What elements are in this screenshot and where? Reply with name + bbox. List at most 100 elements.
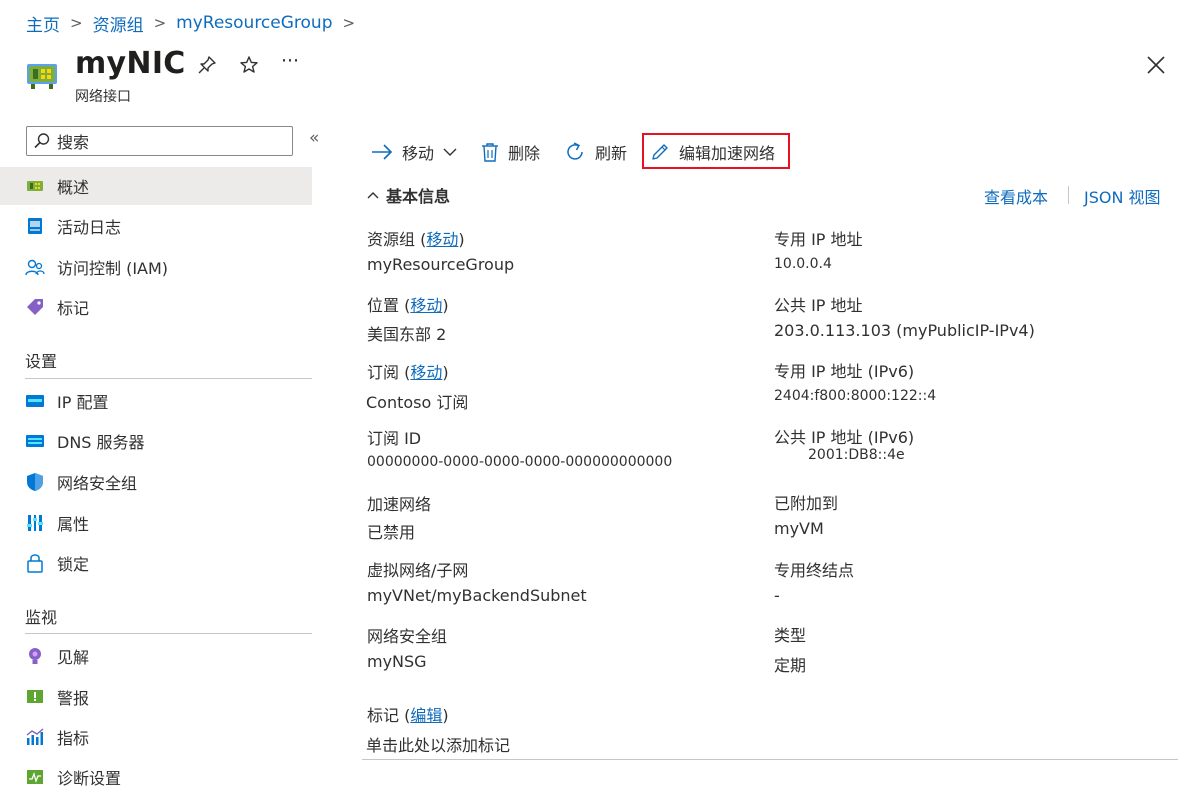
pin-icon[interactable] [196, 54, 218, 76]
metrics-icon [25, 727, 45, 747]
move-label: 移动 [402, 144, 435, 163]
page-title: myNIC [75, 46, 186, 81]
refresh-icon [567, 142, 583, 160]
move-link[interactable]: 移动 [410, 296, 442, 315]
nic-resource-icon [27, 64, 57, 89]
alert-icon [25, 687, 45, 707]
label-text: 订阅 [367, 363, 400, 382]
nsg-value[interactable]: myNSG [367, 652, 427, 671]
sidebar-item-label: 见解 [57, 648, 90, 667]
lock-icon [25, 553, 45, 573]
trash-icon [482, 143, 498, 162]
sidebar-search-input[interactable]: 搜索 [26, 126, 293, 156]
sidebar-item-label: 警报 [57, 689, 90, 708]
chevron-right-icon: > [342, 14, 356, 32]
search-icon [34, 133, 50, 149]
public-ip-label: 公共 IP 地址 [774, 296, 863, 315]
breadcrumb-my-resource-group[interactable]: myResourceGroup [176, 13, 332, 33]
subscription-label: 订阅 (移动) [367, 363, 449, 382]
shield-icon [25, 472, 45, 492]
location-label: 位置 (移动) [367, 296, 449, 315]
sidebar-item-label: 活动日志 [57, 218, 122, 237]
sidebar-item-label: 指标 [57, 729, 90, 748]
chevron-down-icon [443, 148, 457, 156]
sidebar-item-insights[interactable]: 见解 [0, 637, 312, 675]
private-ip-label: 专用 IP 地址 [774, 230, 863, 249]
sidebar-item-properties[interactable]: 属性 [0, 504, 312, 542]
json-view-link[interactable]: JSON 视图 [1084, 184, 1161, 208]
properties-icon [25, 513, 45, 533]
sidebar-item-locks[interactable]: 锁定 [0, 544, 312, 582]
sidebar-item-activity-log[interactable]: 活动日志 [0, 207, 312, 245]
sidebar-item-tags[interactable]: 标记 [0, 288, 312, 326]
sidebar-item-label: 诊断设置 [57, 769, 122, 788]
arrow-right-icon [372, 144, 393, 160]
public-ipv6-value: 2001:DB8::4e [808, 447, 905, 463]
search-placeholder: 搜索 [57, 133, 90, 152]
essentials-divider [362, 759, 1178, 760]
diagnostics-icon [25, 767, 45, 787]
star-icon[interactable] [238, 54, 260, 76]
resource-group-value[interactable]: myResourceGroup [367, 255, 514, 274]
breadcrumb-resource-groups[interactable]: 资源组 [93, 11, 144, 36]
nic-icon [25, 176, 45, 196]
pencil-icon [652, 144, 668, 160]
sidebar-section-monitoring: 监视 [25, 608, 58, 627]
edit-accelerated-networking-button[interactable]: 编辑加速网络 [650, 136, 775, 168]
label-text: 标记 [367, 706, 400, 725]
ip-config-icon [25, 391, 45, 411]
subscription-value[interactable]: Contoso 订阅 [366, 389, 468, 413]
close-icon[interactable] [1145, 54, 1167, 76]
public-ip-value[interactable]: 203.0.113.103 (myPublicIP-IPv4) [774, 321, 1035, 340]
move-link[interactable]: 移动 [426, 230, 458, 249]
private-ipv6-value: 2404:f800:8000:122::4 [774, 388, 937, 404]
type-value: 定期 [774, 656, 807, 675]
resource-group-label: 资源组 (移动) [367, 230, 465, 249]
refresh-button[interactable]: 刷新 [564, 136, 627, 168]
refresh-label: 刷新 [595, 144, 628, 163]
iam-icon [25, 257, 45, 277]
subscription-id-label: 订阅 ID [367, 429, 422, 448]
vnet-subnet-label: 虚拟网络/子网 [367, 561, 469, 580]
label-text: 资源组 [367, 230, 416, 249]
sidebar-item-label: 网络安全组 [57, 474, 138, 493]
sidebar-item-overview[interactable]: 概述 [0, 167, 312, 205]
chevron-right-icon: > [153, 14, 167, 32]
sidebar-divider [25, 633, 312, 634]
sidebar-item-label: IP 配置 [57, 393, 109, 412]
sidebar-section-settings: 设置 [25, 352, 58, 371]
private-endpoint-label: 专用终结点 [774, 561, 855, 580]
vnet-subnet-value[interactable]: myVNet/myBackendSubnet [367, 586, 587, 605]
location-value: 美国东部 2 [367, 325, 447, 344]
sidebar-item-diagnostics[interactable]: 诊断设置 [0, 758, 312, 796]
private-ip-value: 10.0.0.4 [774, 256, 832, 272]
chevron-up-icon [367, 192, 379, 199]
sidebar-item-label: 属性 [57, 515, 90, 534]
sidebar-item-alerts[interactable]: 警报 [0, 678, 312, 716]
sidebar-item-label: 概述 [57, 178, 90, 197]
edit-accel-label: 编辑加速网络 [679, 144, 776, 163]
sidebar-item-label: 锁定 [57, 555, 90, 574]
breadcrumb-home[interactable]: 主页 [26, 11, 60, 36]
nsg-label: 网络安全组 [367, 627, 448, 646]
delete-button[interactable]: 删除 [481, 136, 540, 168]
add-tags-link[interactable]: 单击此处以添加标记 [366, 732, 510, 756]
type-label: 类型 [774, 626, 807, 645]
attached-to-label: 已附加到 [774, 494, 839, 513]
sidebar-item-metrics[interactable]: 指标 [0, 718, 312, 756]
sidebar-item-iam[interactable]: 访问控制 (IAM) [0, 248, 312, 286]
public-ipv6-label: 公共 IP 地址 (IPv6) [774, 428, 915, 447]
sidebar-item-dns[interactable]: DNS 服务器 [0, 422, 312, 460]
move-button[interactable]: 移动 [371, 136, 467, 168]
dns-icon [25, 431, 45, 451]
more-options-button[interactable]: ··· [279, 50, 301, 72]
essentials-toggle[interactable]: 基本信息 [366, 183, 450, 207]
sidebar-item-ip-config[interactable]: IP 配置 [0, 382, 312, 420]
collapse-sidebar-button[interactable]: « [309, 128, 319, 148]
view-cost-link[interactable]: 查看成本 [984, 184, 1048, 208]
move-link[interactable]: 移动 [410, 363, 442, 382]
sidebar-item-nsg[interactable]: 网络安全组 [0, 463, 312, 501]
edit-tags-link[interactable]: 编辑 [410, 706, 442, 725]
attached-to-value[interactable]: myVM [774, 519, 824, 538]
separator [1068, 186, 1069, 204]
